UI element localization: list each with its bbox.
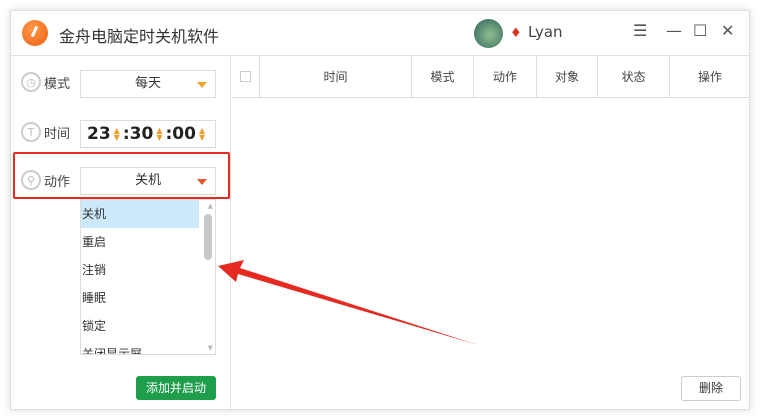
annotation-arrow bbox=[218, 260, 478, 345]
